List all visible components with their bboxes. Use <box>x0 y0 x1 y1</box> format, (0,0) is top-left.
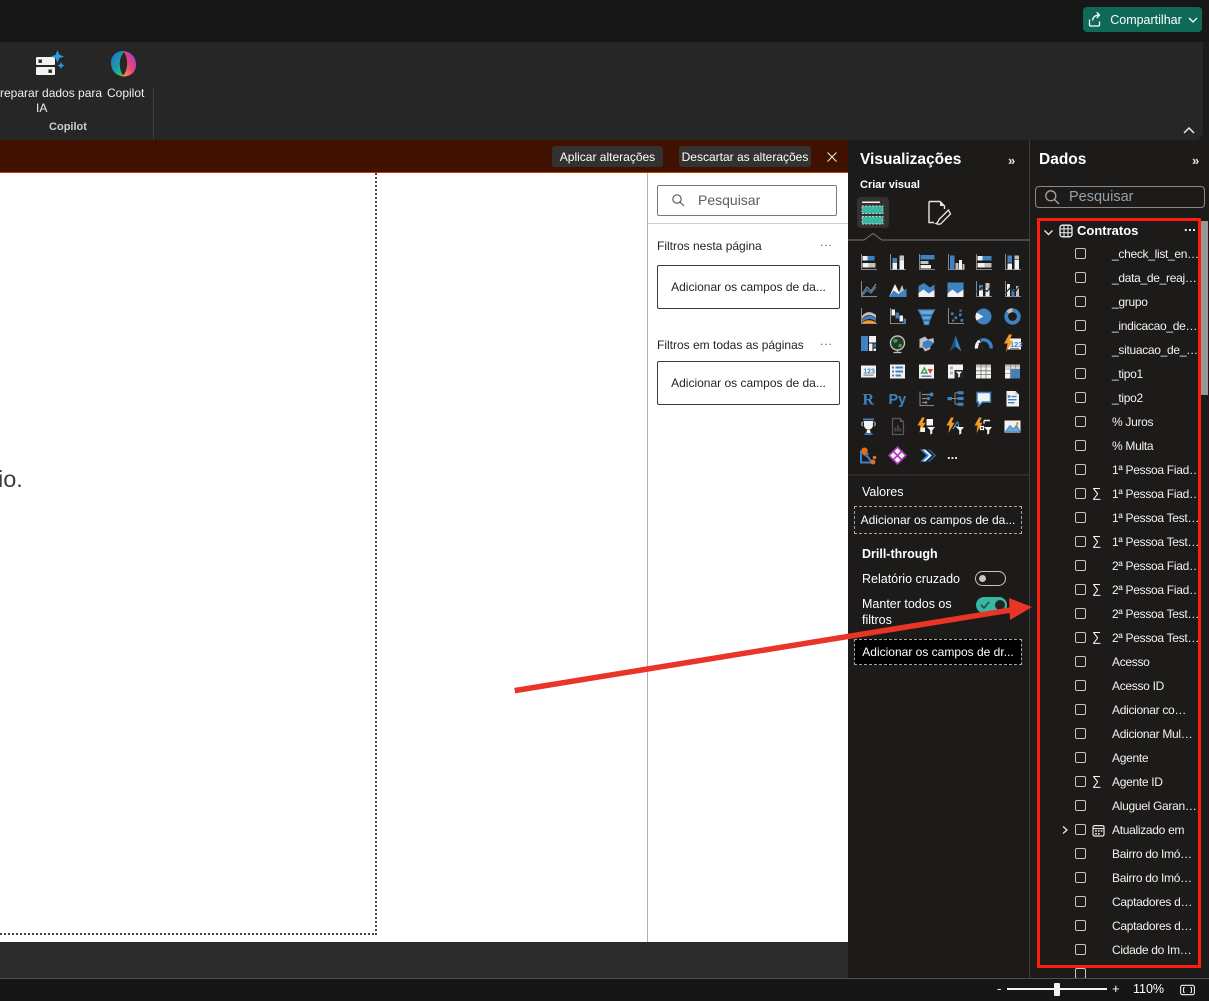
svg-text:A: A <box>952 420 960 432</box>
svg-text:...: ... <box>947 447 958 462</box>
svg-text:Py: Py <box>888 392 906 408</box>
svg-text:R: R <box>863 391 875 408</box>
svg-text:123: 123 <box>863 368 875 375</box>
